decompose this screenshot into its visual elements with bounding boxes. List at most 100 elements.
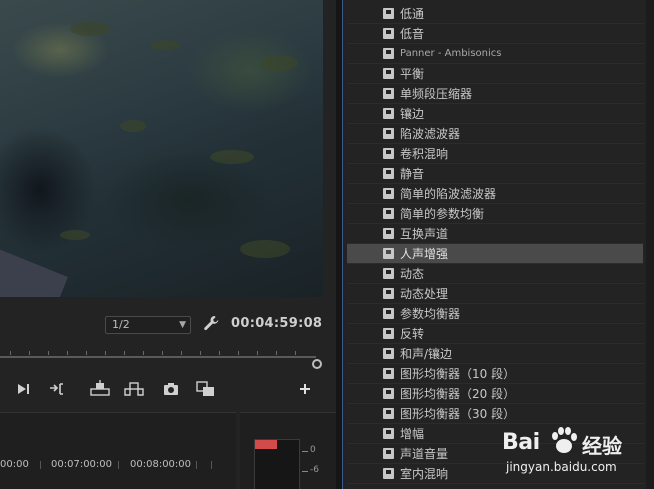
effect-item-label: 和声/镶边 bbox=[400, 347, 453, 361]
playback-resolution-select[interactable]: 1/2 ▼ bbox=[105, 316, 191, 334]
resolution-value: 1/2 bbox=[112, 318, 130, 331]
effect-item[interactable]: 镶边 bbox=[347, 104, 643, 124]
ruler-tick bbox=[10, 351, 11, 355]
effect-item-label: 卷积混响 bbox=[400, 147, 449, 161]
timeline-tick bbox=[196, 461, 197, 469]
texture-speck bbox=[210, 150, 254, 164]
effect-item-label: 单频段压缩器 bbox=[400, 87, 473, 101]
audio-effect-icon bbox=[383, 148, 394, 159]
effect-item[interactable]: 反转 bbox=[347, 324, 643, 344]
audio-effect-icon bbox=[383, 308, 394, 319]
audio-effect-icon bbox=[383, 348, 394, 359]
effect-item[interactable]: 参数均衡器 bbox=[347, 304, 643, 324]
effect-item[interactable]: 动态 bbox=[347, 264, 643, 284]
frame-object bbox=[0, 243, 68, 297]
ruler-tick bbox=[48, 351, 49, 355]
scrollbar[interactable] bbox=[646, 0, 654, 489]
baidu-jingyan-watermark: Bai 经验 jingyan.baidu.com bbox=[502, 424, 652, 486]
audio-effect-icon bbox=[383, 288, 394, 299]
camera-icon[interactable] bbox=[162, 380, 180, 398]
effect-item[interactable]: Panner - Ambisonics bbox=[347, 44, 643, 64]
effect-item[interactable]: 互换声道 bbox=[347, 224, 643, 244]
effect-item-selected[interactable]: 人声增强 bbox=[347, 244, 643, 264]
audio-effect-icon bbox=[383, 228, 394, 239]
comparison-view-icon[interactable] bbox=[196, 380, 216, 398]
meter-level-label: -6 bbox=[310, 465, 319, 475]
audio-effect-icon bbox=[383, 388, 394, 399]
effect-item-label: 动态处理 bbox=[400, 287, 449, 301]
ruler-tick bbox=[86, 351, 87, 355]
effect-item-label: 图形均衡器（30 段） bbox=[400, 407, 516, 421]
effect-item[interactable]: 动态处理 bbox=[347, 284, 643, 304]
audio-effect-icon bbox=[383, 48, 394, 59]
meter-level-label: 0 bbox=[310, 445, 316, 455]
texture-speck bbox=[260, 55, 298, 71]
playhead-timecode[interactable]: 00:04:59:08 bbox=[231, 316, 322, 331]
audio-effect-icon bbox=[383, 68, 394, 79]
video-preview[interactable] bbox=[0, 0, 323, 297]
effect-item-label: 图形均衡器（20 段） bbox=[400, 387, 516, 401]
effect-item[interactable]: 静音 bbox=[347, 164, 643, 184]
lift-icon[interactable] bbox=[90, 380, 110, 398]
go-to-out-point-icon[interactable] bbox=[48, 380, 66, 398]
effect-item-label: Panner - Ambisonics bbox=[400, 48, 502, 59]
texture-speck bbox=[70, 22, 110, 36]
ruler-tick bbox=[124, 351, 125, 355]
meter-scale-line bbox=[302, 471, 308, 472]
effect-item[interactable]: 平衡 bbox=[347, 64, 643, 84]
effect-item-label: 低通 bbox=[400, 7, 425, 21]
audio-effect-icon bbox=[383, 468, 394, 479]
ruler-tick bbox=[257, 351, 258, 355]
watermark-brand-cn: 经验 bbox=[582, 434, 622, 458]
audio-effect-icon bbox=[383, 448, 394, 459]
effect-item-label: 平衡 bbox=[400, 67, 425, 81]
ruler-tick bbox=[238, 351, 239, 355]
ruler-tick bbox=[276, 351, 277, 355]
texture-speck bbox=[150, 40, 180, 50]
audio-effect-icon bbox=[383, 208, 394, 219]
chevron-down-icon: ▼ bbox=[179, 320, 186, 330]
paw-logo-icon bbox=[550, 426, 578, 456]
effect-item[interactable]: 简单的陷波滤波器 bbox=[347, 184, 643, 204]
effect-item-label: 人声增强 bbox=[400, 247, 449, 261]
playhead-handle[interactable] bbox=[312, 359, 322, 369]
timeline-panel[interactable]: 00:00 00:07:00:00 00:08:00:00 bbox=[0, 412, 236, 489]
effect-item[interactable]: 陷波滤波器 bbox=[347, 124, 643, 144]
ruler-tick bbox=[143, 351, 144, 355]
wrench-icon[interactable] bbox=[202, 314, 220, 334]
audio-effect-icon bbox=[383, 128, 394, 139]
effect-item[interactable]: 低音 bbox=[347, 24, 643, 44]
audio-effect-icon bbox=[383, 108, 394, 119]
audio-effect-icon bbox=[383, 88, 394, 99]
texture-speck bbox=[240, 240, 290, 258]
effect-item-label: 陷波滤波器 bbox=[400, 127, 461, 141]
extract-icon[interactable] bbox=[124, 380, 144, 398]
timeline-tick bbox=[40, 461, 41, 469]
effect-item-label: 增幅 bbox=[400, 427, 425, 441]
effect-item[interactable]: 简单的参数均衡 bbox=[347, 204, 643, 224]
ruler-tick bbox=[29, 351, 30, 355]
effect-item[interactable]: 和声/镶边 bbox=[347, 344, 643, 364]
effect-item-label: 低音 bbox=[400, 27, 425, 41]
watermark-brand-latin: Bai bbox=[502, 430, 540, 455]
effect-item[interactable]: 卷积混响 bbox=[347, 144, 643, 164]
effect-item[interactable]: 单频段压缩器 bbox=[347, 84, 643, 104]
audio-effect-icon bbox=[383, 8, 394, 19]
effect-item-label: 互换声道 bbox=[400, 227, 449, 241]
time-ruler[interactable] bbox=[0, 348, 318, 360]
add-button-icon[interactable] bbox=[298, 380, 312, 398]
play-icon[interactable] bbox=[16, 380, 32, 398]
effect-item-label: 镶边 bbox=[400, 107, 425, 121]
audio-effect-icon bbox=[383, 28, 394, 39]
audio-meter: 0 -6 bbox=[240, 412, 336, 489]
watermark-url: jingyan.baidu.com bbox=[506, 460, 617, 474]
effect-item-label: 声道音量 bbox=[400, 447, 449, 461]
timeline-tick bbox=[211, 461, 212, 469]
effect-item[interactable]: 低通 bbox=[347, 4, 643, 24]
audio-effect-icon bbox=[383, 428, 394, 439]
ruler-tick bbox=[67, 351, 68, 355]
effect-item[interactable]: 图形均衡器（30 段） bbox=[347, 404, 643, 424]
effect-item[interactable]: 图形均衡器（10 段） bbox=[347, 364, 643, 384]
effect-item[interactable]: 图形均衡器（20 段） bbox=[347, 384, 643, 404]
effect-item-label: 室内混响 bbox=[400, 467, 449, 481]
